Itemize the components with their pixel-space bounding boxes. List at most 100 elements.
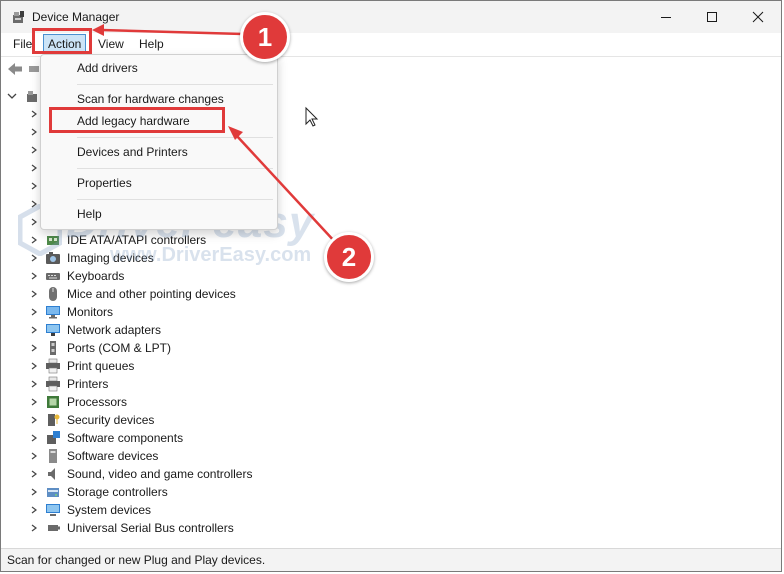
tree-item-label: Software components xyxy=(67,431,184,445)
back-arrow-icon[interactable] xyxy=(7,62,23,76)
chevron-right-icon[interactable] xyxy=(27,269,41,283)
tree-item-printers[interactable]: Printers xyxy=(27,375,108,393)
title-bar: Device Manager xyxy=(1,1,781,33)
tree-item-label: Security devices xyxy=(67,413,155,427)
printer-icon xyxy=(45,376,61,392)
menu-item-help[interactable]: Help xyxy=(41,203,277,225)
chevron-right-icon[interactable] xyxy=(27,341,41,355)
mouse-icon xyxy=(45,286,61,302)
tree-item-label: Printers xyxy=(67,377,109,391)
tree-item-ports[interactable]: Ports (COM & LPT) xyxy=(27,339,171,357)
tree-item-keyboards[interactable]: Keyboards xyxy=(27,267,124,285)
menu-view[interactable]: View xyxy=(94,36,128,52)
chevron-right-icon[interactable] xyxy=(27,503,41,517)
tree-row-hidden[interactable] xyxy=(27,159,41,177)
menu-item-devices-and-printers[interactable]: Devices and Printers xyxy=(41,141,277,163)
tree-item-monitors[interactable]: Monitors xyxy=(27,303,113,321)
chevron-right-icon[interactable] xyxy=(27,215,41,229)
tree-item-label: Processors xyxy=(67,395,128,409)
tree-item-label: Software devices xyxy=(67,449,159,463)
tree-item-label: Universal Serial Bus controllers xyxy=(67,521,234,535)
chevron-down-icon[interactable] xyxy=(5,89,19,103)
tree-row-hidden[interactable] xyxy=(27,141,41,159)
chevron-right-icon[interactable] xyxy=(27,179,41,193)
chevron-right-icon[interactable] xyxy=(27,233,41,247)
chevron-right-icon[interactable] xyxy=(27,143,41,157)
tree-item-label: Sound, video and game controllers xyxy=(67,467,253,481)
chevron-right-icon[interactable] xyxy=(27,251,41,265)
port-icon xyxy=(45,340,61,356)
tree-row-hidden[interactable] xyxy=(27,105,41,123)
callout-step-1: 1 xyxy=(240,12,290,62)
callout-step-2: 2 xyxy=(324,232,374,282)
tree-row-hidden[interactable] xyxy=(27,195,41,213)
maximize-icon xyxy=(707,12,717,22)
tree-item-processors[interactable]: Processors xyxy=(27,393,127,411)
menu-separator xyxy=(77,168,273,169)
minimize-button[interactable] xyxy=(643,1,689,33)
chevron-right-icon[interactable] xyxy=(27,413,41,427)
chevron-right-icon[interactable] xyxy=(27,125,41,139)
forward-arrow-icon[interactable] xyxy=(29,64,39,74)
action-menu: Add drivers Scan for hardware changes Ad… xyxy=(40,54,278,230)
tree-item-network[interactable]: Network adapters xyxy=(27,321,161,339)
chevron-right-icon[interactable] xyxy=(27,431,41,445)
tree-root[interactable] xyxy=(5,87,41,105)
tree-item-usb[interactable]: Universal Serial Bus controllers xyxy=(27,519,234,537)
chevron-right-icon[interactable] xyxy=(27,449,41,463)
tree-row-hidden[interactable] xyxy=(27,177,41,195)
highlight-box-add-legacy xyxy=(49,107,225,133)
tree-row-hidden[interactable] xyxy=(27,123,41,141)
speaker-icon xyxy=(45,466,61,482)
tree-item-label: Mice and other pointing devices xyxy=(67,287,236,301)
menu-separator xyxy=(77,137,273,138)
chevron-right-icon[interactable] xyxy=(27,107,41,121)
tree-item-ide[interactable]: IDE ATA/ATAPI controllers xyxy=(27,231,206,249)
tree-item-label: Keyboards xyxy=(67,269,125,283)
tree-item-mice[interactable]: Mice and other pointing devices xyxy=(27,285,236,303)
tree-item-label: IDE ATA/ATAPI controllers xyxy=(67,233,207,247)
chevron-right-icon[interactable] xyxy=(27,287,41,301)
storage-controller-icon xyxy=(45,484,61,500)
chevron-right-icon[interactable] xyxy=(27,377,41,391)
minimize-icon xyxy=(661,17,671,18)
software-device-icon xyxy=(45,448,61,464)
chevron-right-icon[interactable] xyxy=(27,323,41,337)
chevron-right-icon[interactable] xyxy=(27,305,41,319)
tree-item-imaging[interactable]: Imaging devices xyxy=(27,249,154,267)
chevron-right-icon[interactable] xyxy=(27,467,41,481)
menu-item-properties[interactable]: Properties xyxy=(41,172,277,194)
tree-item-software-components[interactable]: Software components xyxy=(27,429,183,447)
tree-item-label: Monitors xyxy=(67,305,114,319)
processor-icon xyxy=(45,394,61,410)
menu-separator xyxy=(77,199,273,200)
chevron-right-icon[interactable] xyxy=(27,395,41,409)
close-button[interactable] xyxy=(735,1,781,33)
chevron-right-icon[interactable] xyxy=(27,161,41,175)
menu-help[interactable]: Help xyxy=(135,36,168,52)
system-device-icon xyxy=(45,502,61,518)
tree-item-print-queues[interactable]: Print queues xyxy=(27,357,134,375)
software-component-icon xyxy=(45,430,61,446)
tree-item-security[interactable]: Security devices xyxy=(27,411,154,429)
tree-item-label: Ports (COM & LPT) xyxy=(67,341,172,355)
chevron-right-icon[interactable] xyxy=(27,197,41,211)
tree-item-label: Imaging devices xyxy=(67,251,154,265)
tree-item-label: Print queues xyxy=(67,359,135,373)
chevron-right-icon[interactable] xyxy=(27,485,41,499)
tree-row-hidden[interactable] xyxy=(27,213,41,231)
chevron-right-icon[interactable] xyxy=(27,521,41,535)
chevron-right-icon[interactable] xyxy=(27,359,41,373)
menu-item-add-drivers[interactable]: Add drivers xyxy=(41,57,277,79)
maximize-button[interactable] xyxy=(689,1,735,33)
tree-item-storage[interactable]: Storage controllers xyxy=(27,483,168,501)
menu-separator xyxy=(77,84,273,85)
tree-item-software-devices[interactable]: Software devices xyxy=(27,447,158,465)
tree-item-system[interactable]: System devices xyxy=(27,501,151,519)
window-title: Device Manager xyxy=(32,10,120,24)
tree-item-label: Network adapters xyxy=(67,323,162,337)
keyboard-icon xyxy=(45,268,61,284)
tree-item-label: Storage controllers xyxy=(67,485,168,499)
tree-item-sound[interactable]: Sound, video and game controllers xyxy=(27,465,252,483)
tree-item-label: System devices xyxy=(67,503,152,517)
